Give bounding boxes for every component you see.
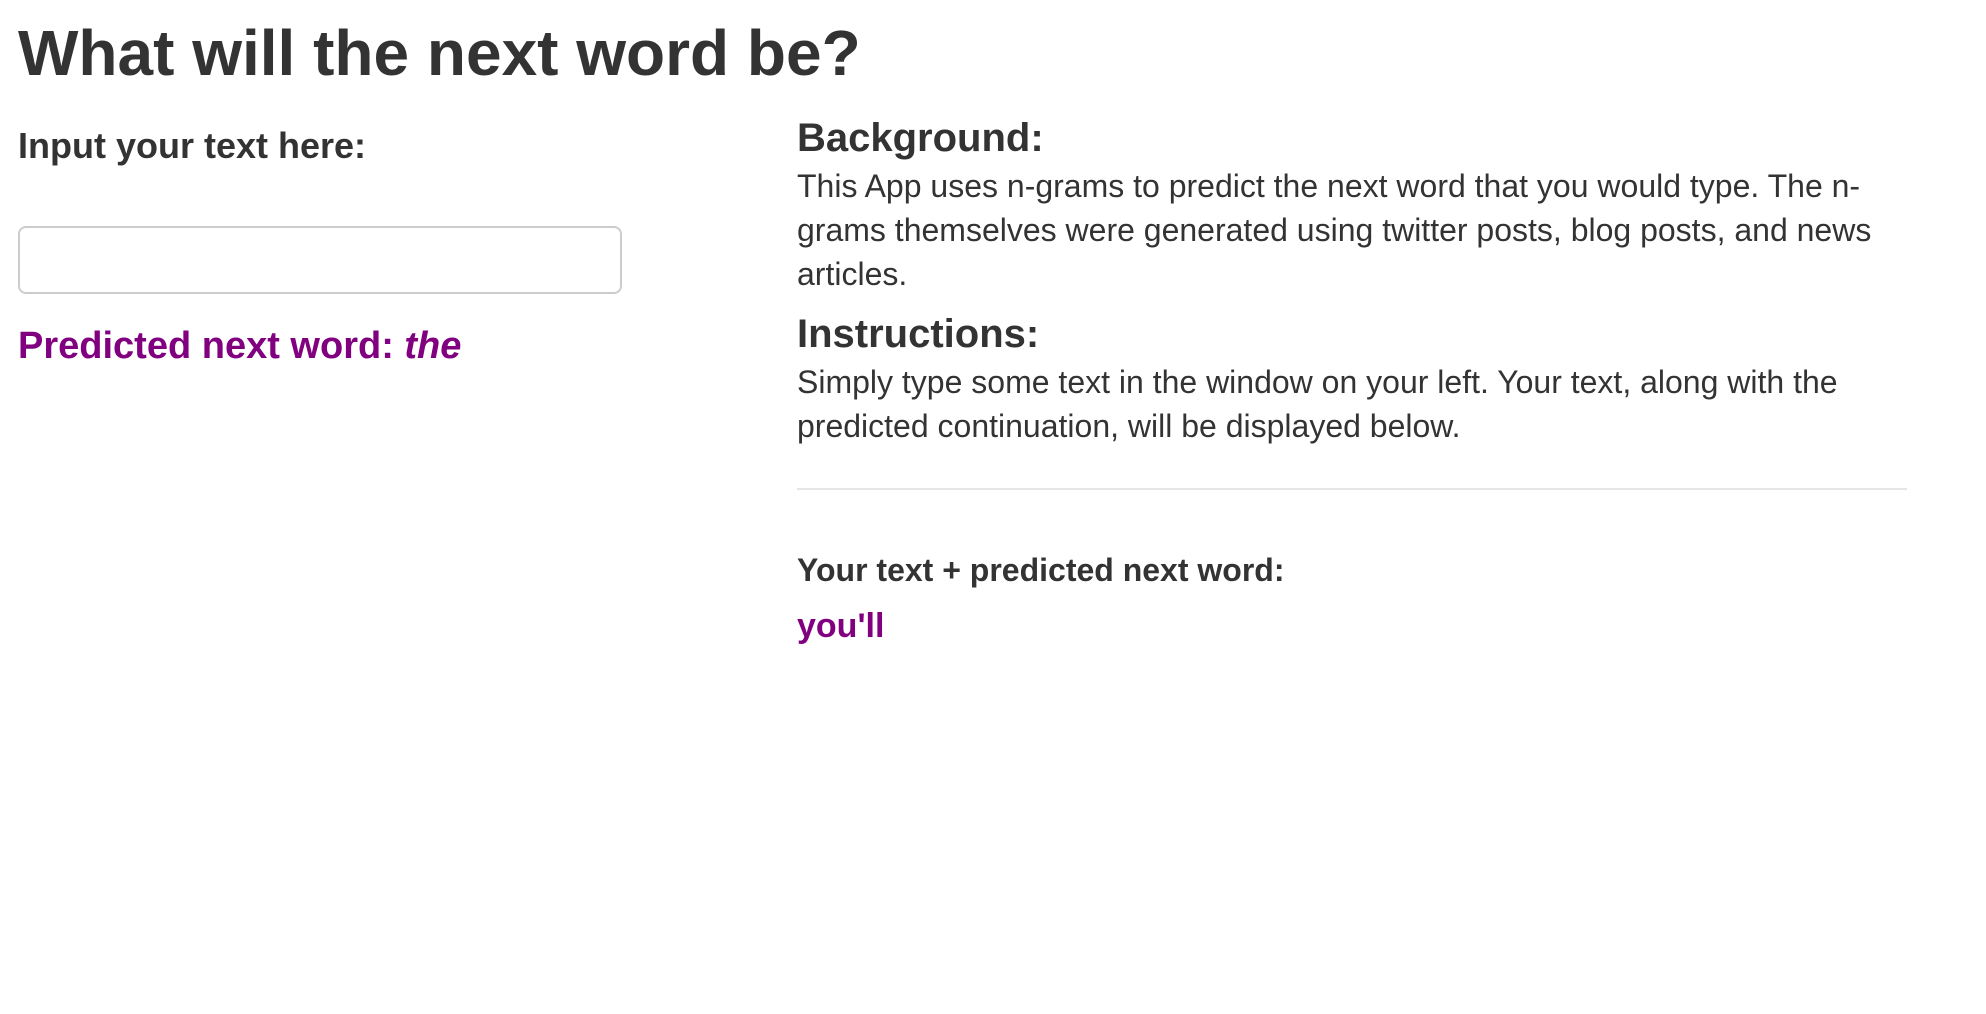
prediction-prefix: Predicted next word: (18, 325, 405, 367)
info-panel: Background: This App uses n-grams to pre… (797, 112, 1907, 650)
predicted-word: the (404, 325, 462, 367)
page-title: What will the next word be? (18, 17, 861, 89)
background-text: This App uses n-grams to predict the nex… (797, 168, 1872, 292)
output-label: Your text + predicted next word: (797, 552, 1285, 588)
input-label: Input your text here: (18, 125, 367, 166)
instructions-text: Simply type some text in the window on y… (797, 364, 1838, 444)
background-heading: Background: (797, 116, 1044, 160)
predicted-next-word: Predicted next word: the (18, 318, 461, 374)
divider (797, 488, 1907, 490)
instructions-heading: Instructions: (797, 312, 1040, 356)
text-input[interactable] (18, 226, 622, 294)
input-panel: Input your text here: Predicted next wor… (18, 118, 628, 367)
output-text: you'll (797, 607, 885, 645)
